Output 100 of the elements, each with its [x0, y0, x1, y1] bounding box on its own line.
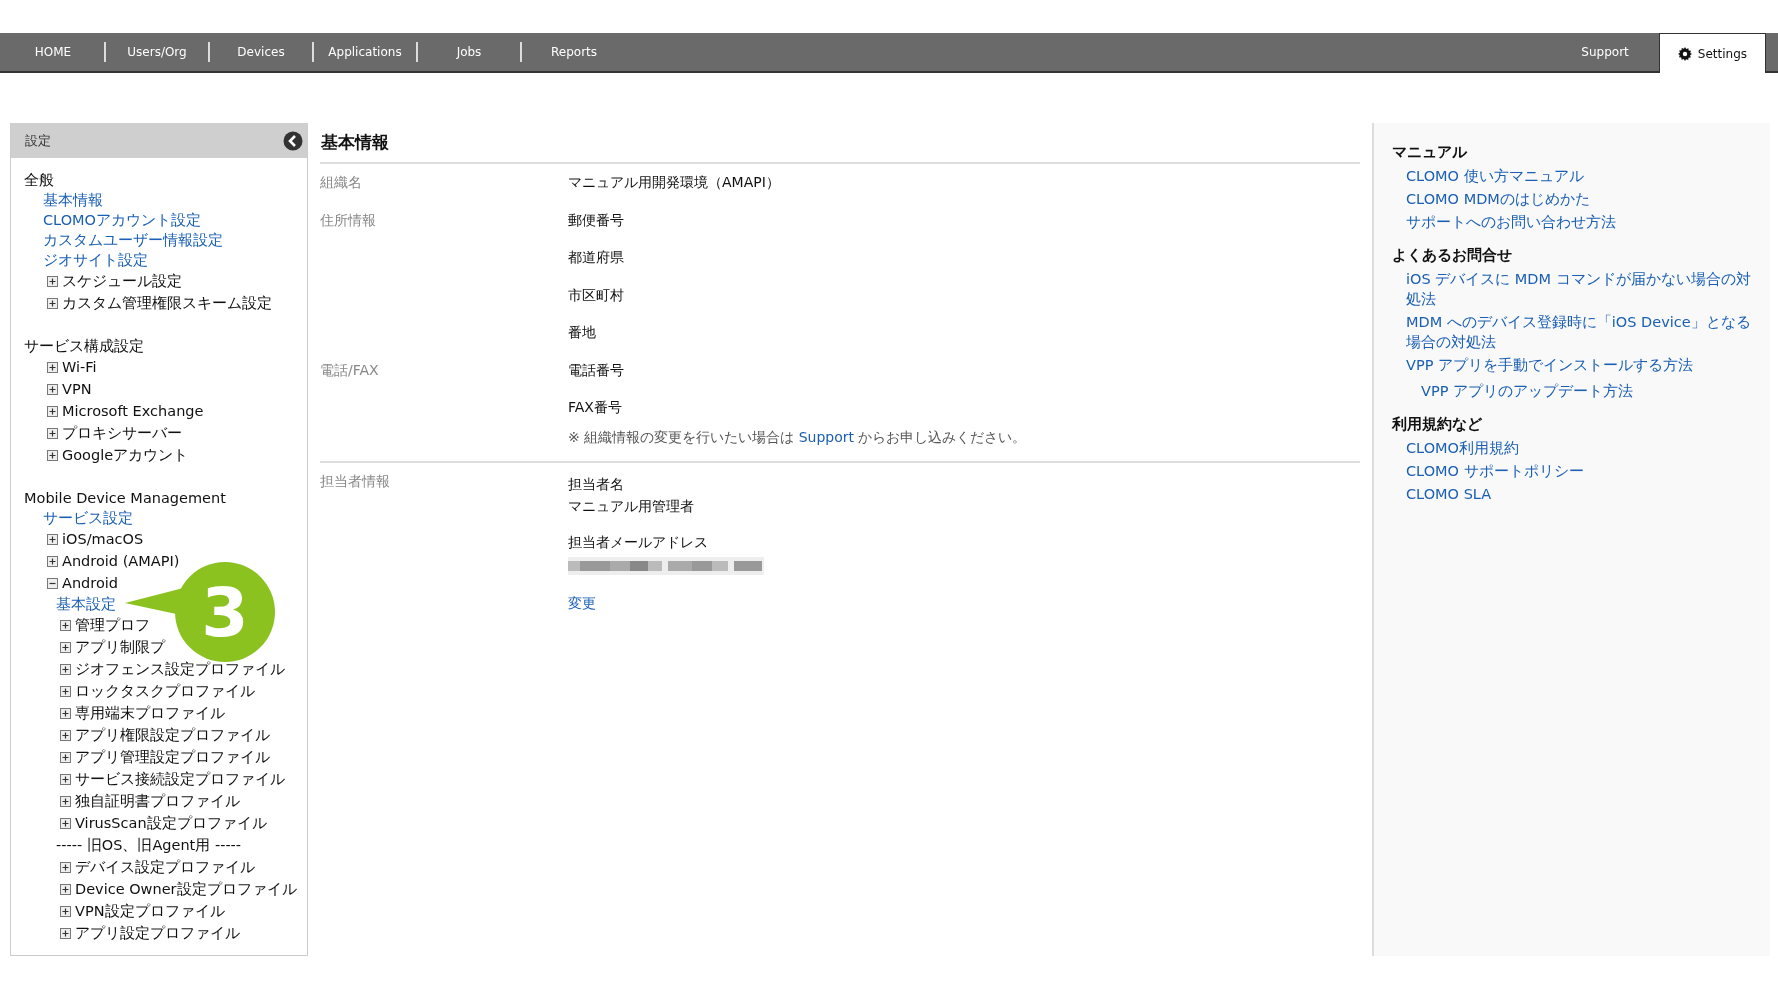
nav-tab[interactable]: Support [1551, 33, 1659, 71]
help-link[interactable]: VPP アプリを手動でインストールする方法 [1406, 355, 1694, 375]
tree-label: サービス接続設定プロファイル [75, 770, 285, 789]
nav-tab[interactable]: Applications [314, 42, 418, 62]
field-value: FAX番号 [568, 398, 622, 417]
tree-label: アプリ設定プロファイル [75, 924, 240, 943]
section-heading: よくあるお問合せ [1392, 246, 1513, 265]
field-value: 都道府県 [568, 248, 624, 267]
nav-tab[interactable]: Settings [1658, 33, 1766, 73]
field-value: 市区町村 [568, 285, 624, 305]
tree-label: アプリ制限プ [75, 638, 165, 657]
settings-icon [1677, 46, 1692, 61]
tree-item[interactable]: Wi-Fi [43, 356, 97, 378]
section-heading: マニュアル [1392, 143, 1468, 162]
tree-item[interactable]: カスタム管理権限スキーム設定 [43, 292, 272, 314]
field-label: 電話/FAX [320, 360, 380, 380]
tree-label: Wi-Fi [62, 358, 97, 377]
tree-item[interactable]: アプリ管理設定プロファイル [56, 746, 270, 768]
tree-item[interactable]: アプリ権限設定プロファイル [56, 724, 270, 746]
tree-label: アプリ管理設定プロファイル [75, 748, 270, 767]
nav-tab[interactable]: Devices [210, 42, 314, 62]
tree-item[interactable]: Googleアカウント [43, 444, 189, 466]
tree-label: 管理プロフ [75, 616, 150, 635]
tree-link[interactable]: CLOMOアカウント設定 [43, 210, 202, 230]
tree-item[interactable]: デバイス設定プロファイル [56, 856, 255, 878]
tree-label: VirusScan設定プロファイル [75, 814, 267, 833]
help-link[interactable]: CLOMO MDMのはじめかた [1406, 189, 1590, 209]
nav-tab[interactable]: Reports [522, 42, 626, 62]
tree-item[interactable]: VirusScan設定プロファイル [56, 812, 267, 834]
section-heading: 全般 [24, 171, 54, 190]
tree-label: iOS/macOS [62, 530, 144, 549]
tree-label: ジオフェンス設定プロファイル [75, 660, 285, 679]
help-link[interactable]: サポートへのお問い合わせ方法 [1406, 212, 1616, 232]
separator-label: ----- 旧OS、旧Agent用 ----- [56, 836, 242, 855]
field-value: 番地 [568, 323, 596, 342]
tree-item[interactable]: スケジュール設定 [43, 270, 182, 292]
section-heading: 利用規約など [1392, 415, 1483, 434]
tree-label: プロキシサーバー [62, 424, 182, 443]
tree-item[interactable]: ロックタスクプロファイル [56, 680, 255, 702]
tree-label: Android (AMAPI) [62, 552, 180, 571]
collapse-icon[interactable] [283, 130, 303, 151]
tree-label: VPN [62, 380, 92, 399]
tree-item[interactable]: アプリ制限プ [56, 636, 165, 658]
tree-label: Device Owner設定プロファイル [75, 880, 297, 899]
tree-item[interactable]: ジオフェンス設定プロファイル [56, 658, 285, 680]
tree-item[interactable]: VPN設定プロファイル [56, 900, 225, 922]
tree-label: Microsoft Exchange [62, 402, 204, 421]
page-title: 基本情報 [320, 123, 1360, 164]
section-heading: Mobile Device Management [24, 489, 226, 508]
tree-link[interactable]: 基本情報 [43, 190, 103, 210]
help-link[interactable]: MDM へのデバイス登録時に「iOS Device」となる場合の対処法 [1406, 312, 1756, 352]
nav-tab[interactable]: HOME [2, 42, 106, 62]
help-link[interactable]: iOS デバイスに MDM コマンドが届かない場合の対処法 [1406, 269, 1756, 309]
tree-link[interactable]: サービス設定 [43, 508, 133, 528]
tree-item[interactable]: VPN [43, 378, 92, 400]
tree-item[interactable]: プロキシサーバー [43, 422, 182, 444]
tree-label: 専用端末プロファイル [75, 704, 225, 723]
nav-tab[interactable]: Users/Org [106, 42, 210, 62]
tree-label: スケジュール設定 [62, 272, 182, 291]
nav-tab[interactable]: Jobs [418, 42, 522, 62]
help-link[interactable]: CLOMO 使い方マニュアル [1406, 166, 1584, 186]
tree-item[interactable]: Android (AMAPI) [43, 550, 180, 572]
tree-item[interactable]: 独自証明書プロファイル [56, 790, 240, 812]
help-link[interactable]: CLOMO サポートポリシー [1406, 461, 1584, 481]
help-link[interactable]: VPP アプリのアップデート方法 [1421, 381, 1634, 401]
edit-link[interactable]: 変更 [568, 594, 596, 613]
tree-item[interactable]: サービス接続設定プロファイル [56, 768, 285, 790]
tree-link[interactable]: 基本設定 [56, 594, 116, 614]
field-label: 担当者名 [568, 474, 624, 494]
help-link[interactable]: CLOMO SLA [1406, 484, 1492, 504]
tree-item[interactable]: Device Owner設定プロファイル [56, 878, 297, 900]
tree-item[interactable]: アプリ設定プロファイル [56, 922, 240, 944]
tree-label: カスタム管理権限スキーム設定 [62, 294, 272, 313]
tree-item[interactable]: 管理プロフ [56, 614, 150, 636]
field-label: 組織名 [320, 173, 363, 192]
note-text: ※ 組織情報の変更を行いたい場合は Support からお申し込みください。 [568, 427, 1028, 447]
tree-label: VPN設定プロファイル [75, 902, 225, 921]
sidebar-title: 設定 [25, 131, 51, 150]
tree-label: ロックタスクプロファイル [75, 682, 255, 701]
section-heading: サービス構成設定 [24, 337, 144, 356]
tree-item[interactable]: Android [43, 572, 119, 594]
field-value: マニュアル用管理者 [568, 496, 694, 516]
tree-label: Googleアカウント [62, 446, 189, 465]
tree-label: Android [62, 574, 119, 593]
tree-label: デバイス設定プロファイル [75, 858, 255, 877]
tree-item[interactable]: iOS/macOS [43, 528, 144, 550]
tree-link[interactable]: ジオサイト設定 [43, 250, 148, 270]
tree-item[interactable]: Microsoft Exchange [43, 400, 204, 422]
field-value: 郵便番号 [568, 210, 624, 230]
field-label: 担当者情報 [320, 471, 391, 491]
field-value: 電話番号 [568, 360, 624, 380]
tree-link[interactable]: カスタムユーザー情報設定 [43, 230, 223, 250]
field-value: マニュアル用開発環境（AMAPI） [568, 173, 780, 192]
tree-item[interactable]: 専用端末プロファイル [56, 702, 225, 724]
field-label: 担当者メールアドレス [568, 532, 708, 552]
tree-label: アプリ権限設定プロファイル [75, 726, 270, 745]
field-label: 住所情報 [320, 210, 377, 230]
help-link[interactable]: CLOMO利用規約 [1406, 438, 1520, 458]
support-link[interactable]: Support [798, 428, 854, 445]
tree-label: 独自証明書プロファイル [75, 792, 240, 811]
